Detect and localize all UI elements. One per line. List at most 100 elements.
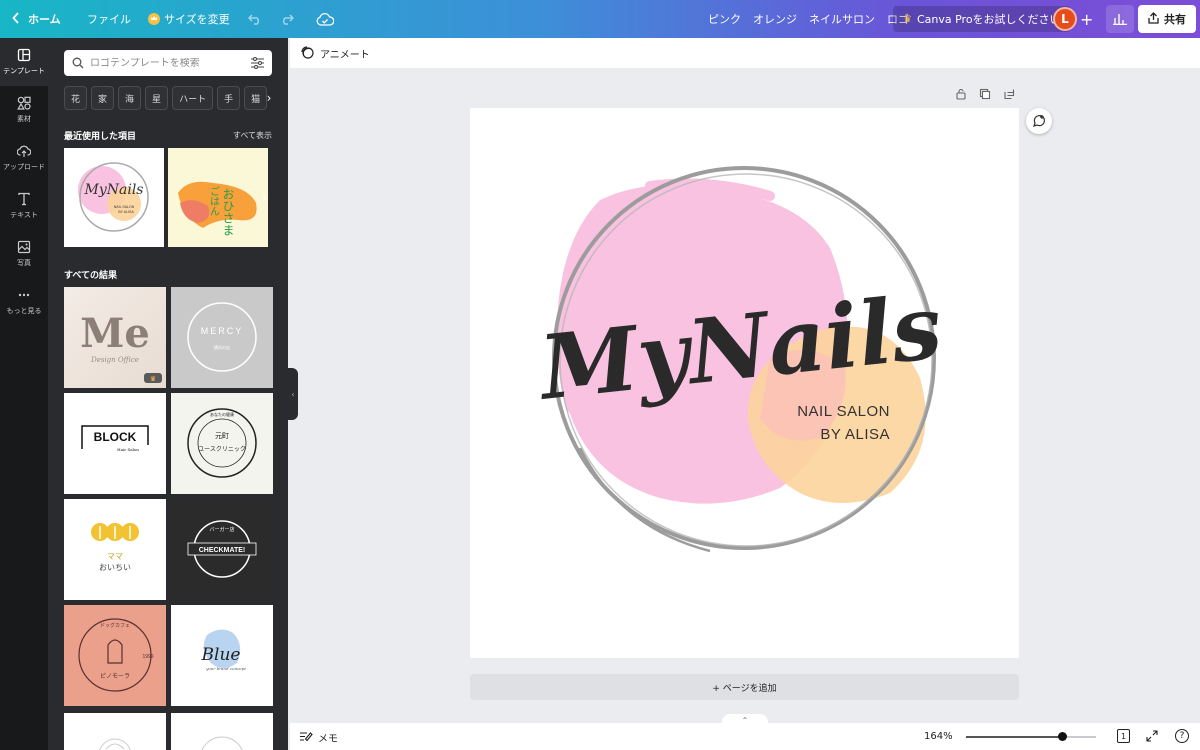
chip-heart[interactable]: ハート bbox=[172, 86, 214, 110]
template-card-block[interactable]: BLOCK Hair Salon bbox=[64, 393, 166, 494]
rail-photos[interactable]: 写真 bbox=[0, 230, 48, 278]
rail-more[interactable]: もっと見る bbox=[0, 278, 48, 326]
block-thumb-art: BLOCK Hair Salon bbox=[81, 425, 149, 452]
zoom-slider-handle[interactable] bbox=[1057, 732, 1067, 741]
file-menu-button[interactable]: ファイル bbox=[87, 0, 131, 38]
home-label: ホーム bbox=[28, 13, 61, 26]
tag-pink[interactable]: ピンク bbox=[708, 11, 741, 27]
template-icon bbox=[17, 48, 31, 62]
animate-icon[interactable] bbox=[300, 45, 314, 62]
rail-text[interactable]: テキスト bbox=[0, 182, 48, 230]
rail-elements[interactable]: 素材 bbox=[0, 86, 48, 134]
collapse-panel-button[interactable]: ‹ bbox=[288, 368, 298, 420]
template-ring-text: ドッグカフェ bbox=[100, 622, 130, 629]
template-subtitle: Design Office bbox=[90, 356, 139, 364]
redo-icon[interactable] bbox=[280, 0, 294, 38]
rail-label: 写真 bbox=[17, 259, 31, 267]
template-title: Me bbox=[80, 310, 150, 357]
recent-title: MyNails bbox=[84, 182, 144, 198]
chevron-left-icon bbox=[12, 11, 20, 27]
template-card-checkmate[interactable]: CHECKMATE! バーガー店 bbox=[171, 499, 273, 600]
template-subtitle: Hair Salon bbox=[117, 447, 139, 452]
rail-templates[interactable]: テンプレート bbox=[0, 38, 48, 86]
home-button[interactable]: ホーム bbox=[12, 0, 61, 38]
chevron-right-icon[interactable]: › bbox=[262, 188, 274, 208]
template-title: BLOCK bbox=[94, 430, 137, 444]
template-title: ピノモーラ bbox=[100, 673, 130, 680]
chip-sea[interactable]: 海 bbox=[118, 86, 142, 110]
recent-line1: ごはん bbox=[208, 186, 220, 216]
recent-template-ohisama[interactable]: おひさま ごはん bbox=[168, 148, 268, 247]
logo-line-1[interactable]: NAIL SALON bbox=[797, 403, 890, 420]
add-page-icon[interactable] bbox=[1003, 88, 1015, 103]
resize-button[interactable]: サイズを変更 bbox=[148, 0, 230, 38]
zoom-value[interactable]: 164% bbox=[924, 731, 953, 742]
template-panel: 花 家 海 星 ハート 手 猫 › 最近使用した項目 すべて表示 MyNails… bbox=[48, 38, 288, 750]
chevron-right-icon[interactable]: › bbox=[260, 86, 278, 110]
template-ring-text: バーガー店 bbox=[209, 526, 234, 533]
memo-icon[interactable] bbox=[300, 731, 313, 745]
template-card-ring[interactable] bbox=[171, 713, 273, 750]
insights-icon[interactable] bbox=[1106, 5, 1134, 33]
blue-thumb-art: Blue your brand concept bbox=[201, 629, 246, 671]
template-card-mama[interactable]: ママ おいちい bbox=[64, 499, 166, 600]
text-icon bbox=[18, 192, 30, 206]
animate-button[interactable]: アニメート bbox=[320, 46, 370, 61]
template-title: 元町 bbox=[215, 432, 229, 440]
crown-icon: ♛ bbox=[903, 13, 912, 25]
help-icon[interactable]: ? bbox=[1175, 729, 1189, 743]
design-page[interactable]: MyNails NAIL SALON BY ALISA bbox=[470, 108, 1019, 658]
template-card-floral[interactable] bbox=[64, 713, 166, 750]
recent-template-mynails[interactable]: MyNails NAIL SALON BY ALISA bbox=[64, 148, 164, 247]
share-icon bbox=[1148, 11, 1159, 27]
chip-flower[interactable]: 花 bbox=[64, 86, 88, 110]
page-tools bbox=[955, 88, 1015, 103]
cloud-sync-icon[interactable] bbox=[316, 0, 334, 38]
page-count-button[interactable]: 1 bbox=[1117, 729, 1130, 743]
see-all-link[interactable]: すべて表示 bbox=[233, 130, 272, 141]
canva-editor: ホーム ファイル サイズを変更 ピンク オレンジ ネイルサロン ロゴ ♛ Can… bbox=[0, 0, 1200, 750]
template-card-me[interactable]: Me Design Office ♛ bbox=[64, 287, 166, 388]
share-button[interactable]: 共有 bbox=[1138, 5, 1196, 33]
filter-icon[interactable] bbox=[251, 54, 264, 73]
chip-hand[interactable]: 手 bbox=[217, 86, 241, 110]
canva-pro-trial-button[interactable]: ♛ Canva Proをお試しください bbox=[893, 6, 1071, 32]
chip-star[interactable]: 星 bbox=[145, 86, 169, 110]
share-label: 共有 bbox=[1164, 13, 1186, 26]
floral-thumb-art bbox=[99, 738, 131, 750]
logo-line-2[interactable]: BY ALISA bbox=[820, 426, 890, 443]
editor-toolbar: アニメート bbox=[290, 38, 1200, 68]
add-page-button[interactable]: + ページを追加 bbox=[470, 674, 1019, 700]
top-bar: ホーム ファイル サイズを変更 ピンク オレンジ ネイルサロン ロゴ ♛ Can… bbox=[0, 0, 1200, 38]
lock-icon[interactable] bbox=[955, 88, 967, 103]
duplicate-page-icon[interactable] bbox=[979, 88, 991, 103]
template-subtitle: 横浜の店 bbox=[214, 344, 230, 350]
recent-heading: 最近使用した項目 bbox=[64, 132, 137, 142]
undo-icon[interactable] bbox=[248, 0, 262, 38]
mercy-thumb-art: MERCY 横浜の店 bbox=[187, 302, 257, 372]
fullscreen-icon[interactable] bbox=[1146, 730, 1158, 745]
avatar[interactable]: L bbox=[1053, 7, 1077, 31]
tag-nail-salon[interactable]: ネイルサロン bbox=[809, 11, 875, 27]
template-card-blue[interactable]: Blue your brand concept bbox=[171, 605, 273, 706]
chip-house[interactable]: 家 bbox=[91, 86, 115, 110]
template-title: CHECKMATE! bbox=[199, 547, 246, 554]
ring-thumb-art bbox=[201, 736, 243, 750]
invite-plus-icon[interactable]: + bbox=[1080, 0, 1093, 38]
tag-orange[interactable]: オレンジ bbox=[753, 11, 797, 27]
rail-uploads[interactable]: アップロード bbox=[0, 134, 48, 182]
template-card-dogcafe[interactable]: ドッグカフェ 1999 ピノモーラ bbox=[64, 605, 166, 706]
template-card-clinic[interactable]: あなたの健康 元町 ユースクリニック bbox=[171, 393, 273, 494]
me-thumb-art: Me Design Office ♛ bbox=[80, 310, 162, 383]
memo-button[interactable]: メモ bbox=[318, 730, 338, 745]
template-subtitle: 1999 bbox=[142, 654, 153, 660]
all-results-heading: すべての結果 bbox=[64, 271, 118, 281]
search-input[interactable] bbox=[90, 57, 240, 69]
recent-line1: NAIL SALON bbox=[114, 205, 135, 209]
photo-icon bbox=[17, 240, 31, 254]
add-comment-icon[interactable] bbox=[1026, 108, 1052, 134]
template-card-mercy[interactable]: MERCY 横浜の店 bbox=[171, 287, 273, 388]
zoom-slider-fill bbox=[966, 736, 1063, 738]
recent-line2: BY ALISA bbox=[118, 210, 134, 214]
design-tags: ピンク オレンジ ネイルサロン ロゴ bbox=[708, 0, 909, 38]
